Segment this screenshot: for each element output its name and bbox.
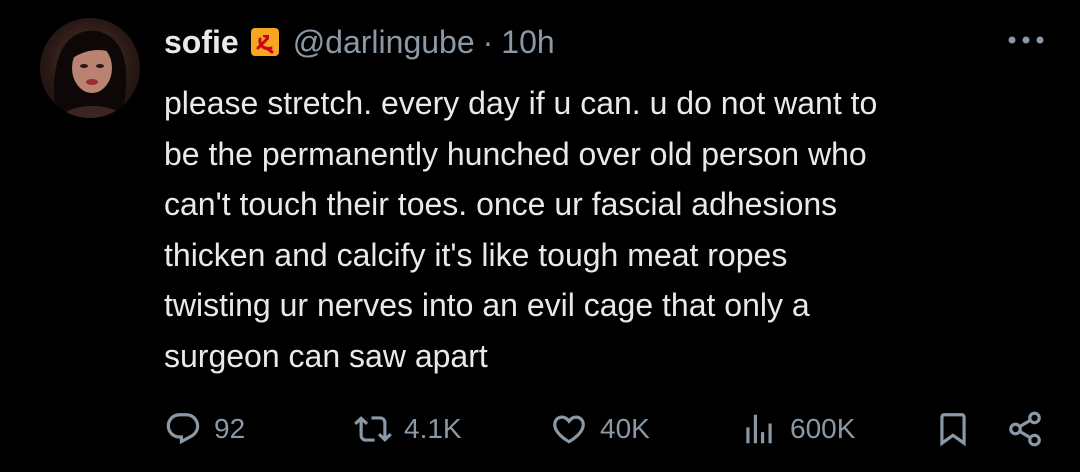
display-name[interactable]: sofie bbox=[164, 24, 239, 61]
views-count: 600K bbox=[790, 413, 856, 444]
more-options-button[interactable] bbox=[1006, 28, 1046, 52]
avatar[interactable] bbox=[40, 18, 140, 118]
retweet-icon bbox=[354, 416, 392, 442]
tweet-header: sofie @darlingube · 10h bbox=[164, 20, 555, 64]
reply-count: 92 bbox=[214, 413, 246, 444]
tweet-text: please stretch. every day if u can. u do… bbox=[164, 85, 878, 374]
share-button[interactable] bbox=[1006, 404, 1044, 454]
hammer-and-sickle-icon bbox=[250, 28, 279, 56]
bookmark-button[interactable] bbox=[934, 404, 972, 454]
user-handle[interactable]: @darlingube bbox=[293, 24, 475, 61]
tweet-timestamp[interactable]: 10h bbox=[501, 24, 554, 61]
like-count: 40K bbox=[600, 413, 650, 444]
share-icon bbox=[1009, 411, 1041, 447]
views-button[interactable]: 600K bbox=[740, 404, 855, 454]
bookmark-icon bbox=[940, 413, 966, 447]
retweet-count: 4.1K bbox=[404, 413, 462, 444]
more-dots-icon bbox=[1008, 36, 1044, 44]
header-separator: · bbox=[482, 23, 494, 60]
reply-button[interactable]: 92 bbox=[164, 404, 245, 454]
heart-icon bbox=[553, 415, 585, 444]
views-bars-icon bbox=[746, 414, 772, 444]
like-button[interactable]: 40K bbox=[550, 404, 650, 454]
retweet-button[interactable]: 4.1K bbox=[354, 404, 462, 454]
tweet-actions: 92 4.1K 40K 600K bbox=[164, 404, 1054, 454]
avatar-image bbox=[54, 30, 127, 118]
tweet-card[interactable]: sofie @darlingube · 10h please stretch. … bbox=[0, 0, 1080, 472]
reply-bubble-icon bbox=[166, 413, 200, 445]
